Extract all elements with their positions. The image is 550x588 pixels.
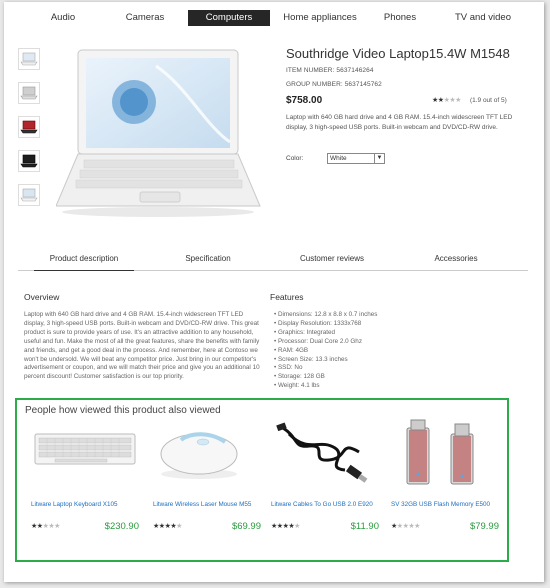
feature-item: Dimensions: 12.8 x 8.8 x 0.7 inches bbox=[274, 311, 514, 320]
nav-item-cameras[interactable]: Cameras bbox=[106, 10, 184, 26]
product-rating: ★★★★★ (1.9 out of 5) bbox=[432, 96, 507, 104]
nav-item-home-appliances[interactable]: Home appliances bbox=[274, 10, 366, 26]
item-number: ITEM NUMBER: 5637146264 bbox=[286, 67, 374, 74]
tab-product-description[interactable]: Product description bbox=[34, 254, 134, 271]
keyboard-icon bbox=[34, 433, 136, 465]
feature-item: Display Resolution: 1333x768 bbox=[274, 320, 514, 329]
feature-item: Screen Size: 13.3 inches bbox=[274, 356, 514, 365]
feature-item: SSD: No bbox=[274, 364, 514, 373]
product-page: Audio Cameras Computers Home appliances … bbox=[4, 2, 544, 582]
color-select[interactable]: White ▼ bbox=[327, 153, 385, 164]
feature-item: Weight: 4.1 lbs bbox=[274, 382, 514, 391]
laptop-product-image bbox=[56, 49, 261, 217]
also-viewed-price: $69.99 bbox=[231, 521, 261, 532]
also-viewed-section: People how viewed this product also view… bbox=[15, 398, 509, 562]
laptop-thumbnail-icon bbox=[20, 188, 38, 202]
thumbnail-laptop-white[interactable] bbox=[18, 184, 40, 206]
also-viewed-item[interactable]: Litware Cables To Go USB 2.0 E920 ★★★★★ … bbox=[269, 400, 387, 560]
star-empty-icon: ★ bbox=[176, 523, 182, 530]
product-short-description: Laptop with 640 GB hard drive and 4 GB R… bbox=[286, 114, 513, 131]
feature-item: RAM: 4GB bbox=[274, 347, 514, 356]
overview-text: Laptop with 640 GB hard drive and 4 GB R… bbox=[24, 311, 260, 381]
thumbnail-laptop-black[interactable] bbox=[18, 150, 40, 172]
rating-text[interactable]: (1.9 out of 5) bbox=[470, 97, 507, 104]
nav-item-computers[interactable]: Computers bbox=[188, 10, 270, 26]
feature-item: Processor: Dual Core 2.0 Ghz bbox=[274, 338, 514, 347]
nav-item-audio[interactable]: Audio bbox=[24, 10, 102, 26]
also-viewed-name[interactable]: Litware Cables To Go USB 2.0 E920 bbox=[271, 500, 387, 509]
laptop-thumbnail-icon bbox=[20, 154, 38, 168]
category-nav: Audio Cameras Computers Home appliances … bbox=[24, 10, 524, 26]
nav-item-tv-and-video[interactable]: TV and video bbox=[440, 10, 526, 26]
also-viewed-item[interactable]: SV 32GB USB Flash Memory E500 ★★★★★ $79.… bbox=[389, 400, 507, 560]
tab-specification[interactable]: Specification bbox=[158, 254, 258, 263]
features-list: Dimensions: 12.8 x 8.8 x 0.7 inches Disp… bbox=[274, 311, 514, 391]
laptop-thumbnail-icon bbox=[20, 120, 38, 134]
product-title: Southridge Video Laptop15.4W M1548 bbox=[286, 46, 510, 61]
features-title: Features bbox=[270, 292, 304, 302]
laptop-thumbnail-icon bbox=[20, 52, 38, 66]
tab-accessories[interactable]: Accessories bbox=[406, 254, 506, 263]
also-viewed-name[interactable]: Litware Laptop Keyboard X105 bbox=[31, 500, 147, 509]
also-viewed-price: $11.90 bbox=[350, 521, 379, 532]
star-empty-icon: ★ bbox=[455, 97, 461, 104]
also-viewed-price: $79.99 bbox=[469, 521, 499, 532]
product-price: $758.00 bbox=[286, 95, 323, 106]
also-viewed-item[interactable]: Litware Laptop Keyboard X105 ★★★★★ $230.… bbox=[29, 400, 147, 560]
color-label: Color: bbox=[286, 155, 304, 162]
also-viewed-name[interactable]: Litware Wireless Laser Mouse M55 bbox=[153, 500, 269, 509]
usb-flash-drive-icon bbox=[406, 419, 474, 485]
nav-item-phones[interactable]: Phones bbox=[364, 10, 436, 26]
also-viewed-stars: ★★★★★ bbox=[391, 522, 420, 530]
group-number: GROUP NUMBER: 5637145762 bbox=[286, 81, 382, 88]
product-tabs: Product description Specification Custom… bbox=[18, 249, 528, 271]
also-viewed-item[interactable]: Litware Wireless Laser Mouse M55 ★★★★★ $… bbox=[151, 400, 269, 560]
also-viewed-price: $230.90 bbox=[104, 521, 139, 532]
thumbnail-laptop-red[interactable] bbox=[18, 116, 40, 138]
usb-cable-icon bbox=[276, 422, 368, 483]
overview-title: Overview bbox=[24, 292, 60, 302]
feature-item: Storage: 128 GB bbox=[274, 373, 514, 382]
rating-stars: ★★★★★ bbox=[432, 97, 461, 104]
chevron-down-icon: ▼ bbox=[374, 154, 384, 163]
thumbnail-laptop-blue[interactable] bbox=[18, 48, 40, 70]
feature-item: Graphics: Integrated bbox=[274, 329, 514, 338]
star-empty-icon: ★ bbox=[414, 523, 420, 530]
color-select-value: White bbox=[330, 155, 347, 162]
also-viewed-stars: ★★★★★ bbox=[31, 522, 60, 530]
tab-customer-reviews[interactable]: Customer reviews bbox=[282, 254, 382, 263]
star-empty-icon: ★ bbox=[54, 523, 60, 530]
laptop-thumbnail-icon bbox=[20, 86, 38, 100]
also-viewed-name[interactable]: SV 32GB USB Flash Memory E500 bbox=[391, 500, 507, 509]
thumbnail-laptop-silver[interactable] bbox=[18, 82, 40, 104]
star-empty-icon: ★ bbox=[294, 523, 300, 530]
also-viewed-stars: ★★★★★ bbox=[153, 522, 182, 530]
mouse-icon bbox=[160, 432, 238, 479]
also-viewed-stars: ★★★★★ bbox=[271, 522, 300, 530]
